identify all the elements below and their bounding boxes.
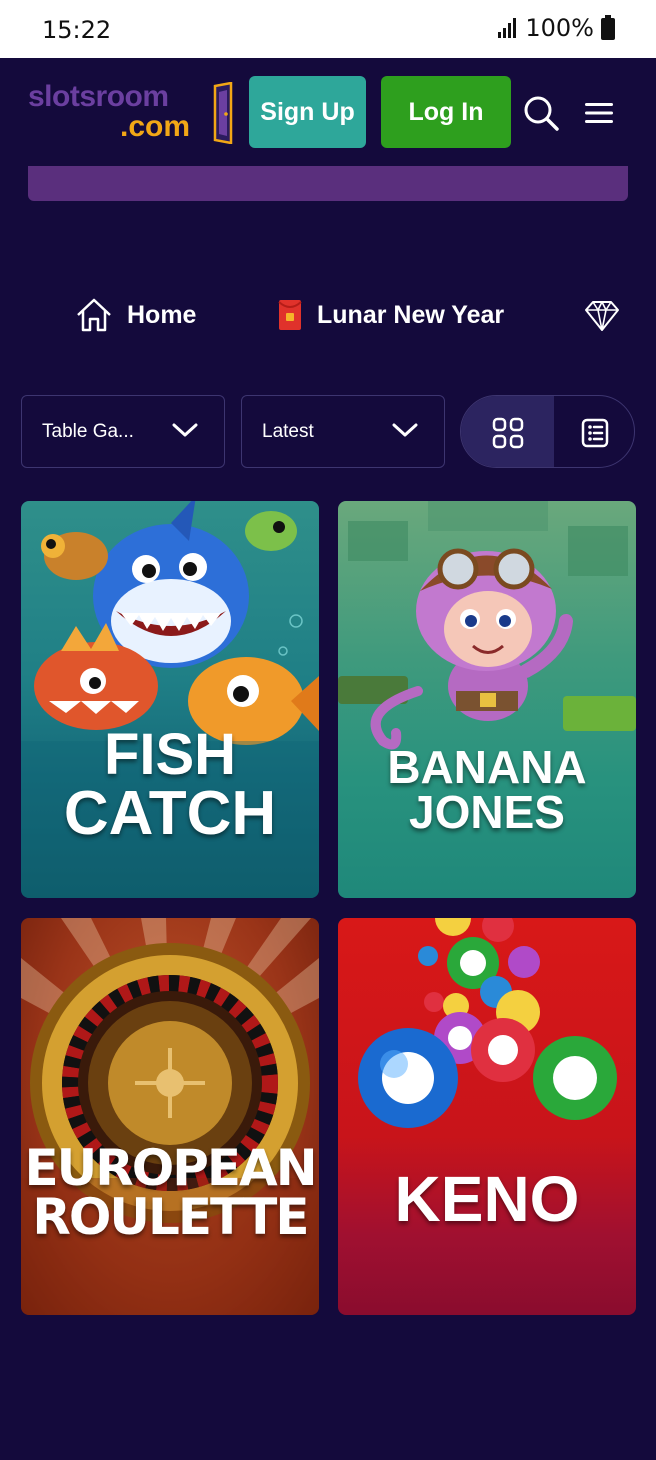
chevron-down-icon bbox=[172, 423, 198, 437]
category-filter-select[interactable]: Table Ga... bbox=[21, 395, 225, 468]
search-icon[interactable] bbox=[522, 94, 560, 132]
category-filter-value: Table Ga... bbox=[42, 420, 134, 442]
view-mode-toggle bbox=[460, 395, 635, 468]
category-nav: Home Lunar New Year bbox=[0, 290, 656, 340]
game-title: EUROPEAN ROULETTE bbox=[21, 1139, 319, 1246]
game-card-banana-jones[interactable]: BANANA JONES bbox=[338, 501, 636, 898]
game-title-line: CATCH bbox=[63, 778, 277, 848]
logo-text-top: slotsroom bbox=[28, 80, 169, 113]
chevron-down-icon bbox=[392, 423, 418, 437]
game-title-line: FISH bbox=[103, 722, 237, 787]
site-header: slotsroom .com Sign Up Log In bbox=[0, 58, 656, 166]
game-card-fish-catch[interactable]: FISH CATCH bbox=[21, 501, 319, 898]
game-card-keno[interactable]: KENO bbox=[338, 918, 636, 1315]
hamburger-menu-icon[interactable] bbox=[585, 102, 613, 124]
signal-icon bbox=[498, 18, 517, 38]
game-title-line: KENO bbox=[394, 1163, 580, 1235]
battery-percent: 100% bbox=[525, 14, 594, 42]
status-bar: 15:22 100% bbox=[0, 0, 656, 58]
game-title: BANANA JONES bbox=[338, 741, 636, 839]
list-icon bbox=[581, 418, 609, 447]
european-roulette-artwork bbox=[21, 918, 319, 1315]
status-time: 15:22 bbox=[42, 16, 112, 44]
nav-item-label: Home bbox=[127, 300, 197, 329]
nav-item-home[interactable]: Home bbox=[75, 290, 196, 340]
diamond-icon bbox=[585, 301, 619, 331]
game-card-european-roulette[interactable]: EUROPEAN ROULETTE bbox=[21, 918, 319, 1315]
logo-text-bottom: .com bbox=[120, 110, 191, 143]
game-title: KENO bbox=[338, 1163, 636, 1235]
list-view-button[interactable] bbox=[554, 396, 634, 467]
sort-filter-value: Latest bbox=[262, 420, 314, 442]
grid-icon bbox=[492, 417, 523, 448]
battery-icon bbox=[601, 15, 615, 40]
home-icon bbox=[77, 298, 111, 332]
site-logo[interactable]: slotsroom .com bbox=[28, 80, 238, 148]
keno-artwork bbox=[358, 918, 617, 1128]
red-envelope-icon bbox=[278, 300, 302, 330]
sort-filter-select[interactable]: Latest bbox=[241, 395, 445, 468]
game-title: FISH CATCH bbox=[21, 722, 319, 848]
game-title-line: ROULETTE bbox=[32, 1188, 309, 1246]
sign-up-button[interactable]: Sign Up bbox=[249, 76, 366, 148]
nav-item-label: Lunar New Year bbox=[317, 300, 505, 329]
banana-jones-artwork bbox=[338, 501, 636, 750]
door-icon bbox=[213, 82, 233, 144]
game-title-line: JONES bbox=[409, 786, 565, 839]
nav-item-diamond[interactable] bbox=[584, 290, 620, 340]
game-title-line: EUROPEAN bbox=[24, 1139, 317, 1197]
log-in-button[interactable]: Log In bbox=[381, 76, 511, 148]
status-indicators: 100% bbox=[497, 14, 616, 42]
game-title-line: BANANA bbox=[387, 741, 587, 793]
nav-item-lunar-new-year[interactable]: Lunar New Year bbox=[277, 290, 504, 340]
grid-view-button[interactable] bbox=[461, 396, 554, 467]
